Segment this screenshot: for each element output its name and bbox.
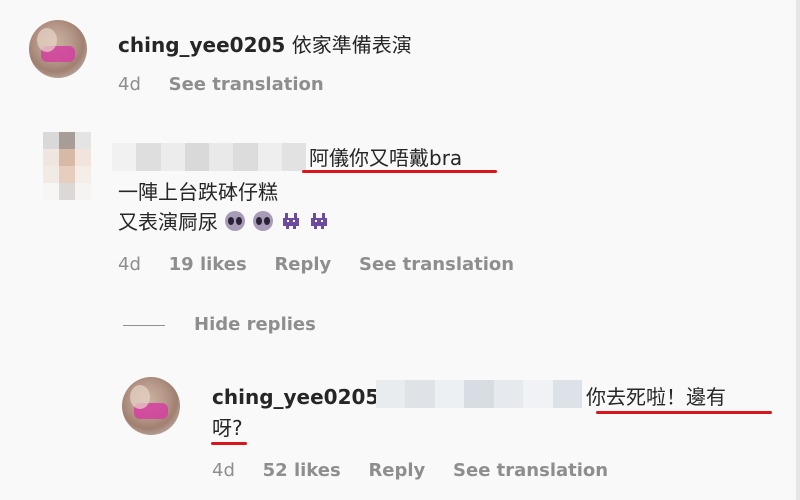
timestamp: 4d — [118, 254, 141, 275]
username[interactable]: ching_yee0205 — [118, 33, 285, 57]
scrollbar-edge — [796, 0, 800, 500]
reply-username[interactable]: ching_yee0205 — [212, 385, 379, 409]
alien-monster-emoji — [311, 213, 328, 229]
replies-divider — [123, 325, 165, 326]
alien-emoji — [253, 211, 274, 231]
highlight-underline — [302, 170, 497, 173]
avatar[interactable] — [29, 20, 87, 78]
comment-1: ching_yee0205 依家準備表演 — [118, 33, 412, 57]
comment-2-meta: 4d 19 likes Reply See translation — [118, 254, 536, 275]
comment-2-line-3: 又表演屙尿 — [118, 210, 336, 234]
highlight-underline — [211, 442, 247, 445]
reply-meta: 4d 52 likes Reply See translation — [212, 460, 630, 481]
reply-text-part-2: 呀? — [212, 416, 243, 440]
comment-text: 依家準備表演 — [291, 33, 412, 57]
see-translation-link[interactable]: See translation — [359, 254, 514, 275]
likes-count[interactable]: 19 likes — [169, 254, 247, 275]
reply-text-part-1: 你去死啦！邊有 — [586, 385, 726, 409]
likes-count[interactable]: 52 likes — [263, 460, 341, 481]
reply-button[interactable]: Reply — [368, 460, 425, 481]
see-translation-link[interactable]: See translation — [453, 460, 608, 481]
timestamp: 4d — [118, 74, 141, 95]
avatar[interactable] — [122, 377, 180, 435]
comment-2-line-3-text: 又表演屙尿 — [118, 210, 218, 234]
reply-button[interactable]: Reply — [274, 254, 331, 275]
hide-replies-button[interactable]: Hide replies — [194, 314, 316, 335]
comment-1-meta: 4d See translation — [118, 74, 346, 95]
comment-2-line-1: 阿儀你又唔戴bra — [309, 146, 463, 170]
see-translation-link[interactable]: See translation — [169, 74, 324, 95]
timestamp: 4d — [212, 460, 235, 481]
comment-2-line-2: 一陣上台跌砵仔糕 — [118, 180, 278, 204]
avatar-pixelated[interactable] — [43, 132, 91, 200]
alien-emoji — [225, 211, 246, 231]
alien-monster-emoji — [283, 213, 300, 229]
blurred-username — [112, 143, 306, 171]
blurred-mention — [376, 380, 582, 408]
highlight-underline — [596, 411, 772, 414]
